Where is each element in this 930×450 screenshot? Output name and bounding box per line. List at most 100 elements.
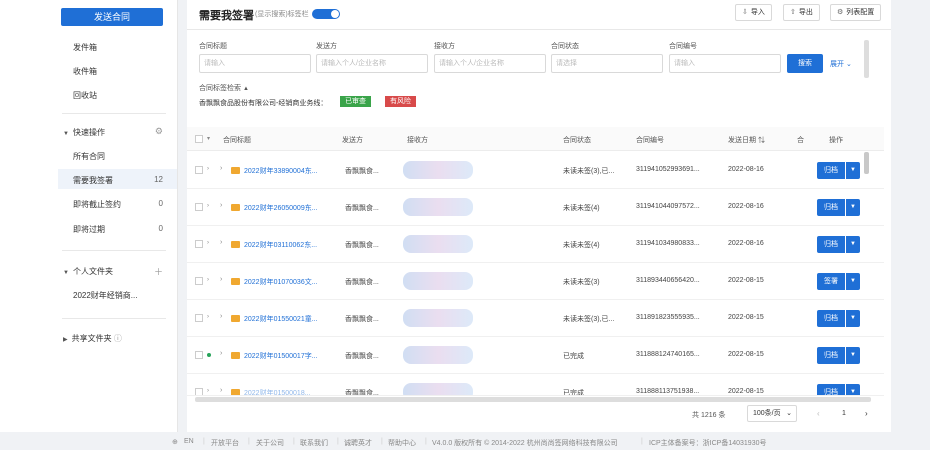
- expand-row-icon[interactable]: ›: [220, 165, 222, 172]
- sidebar-item-all-contracts[interactable]: 所有合同: [73, 151, 105, 162]
- sender-input[interactable]: 请输入个人/企业名称: [316, 54, 428, 73]
- prev-page-button[interactable]: ‹: [817, 409, 820, 418]
- col-date[interactable]: 发送日期 ⇅: [728, 135, 765, 145]
- row-action-button[interactable]: 归档: [817, 347, 845, 364]
- search-bar-toggle[interactable]: [312, 9, 340, 19]
- sidebar-item-recycle-bin[interactable]: 回收站: [73, 90, 97, 101]
- shared-folder-header[interactable]: ▶ 共享文件夹 ⓘ: [63, 333, 122, 344]
- table-row[interactable]: › › 2022财年26050009东... 香飘飘食... 未读未签(4) 311941…: [187, 189, 884, 226]
- table-row[interactable]: › › 2022财年03110062东... 香飘飘食... 未读未签(4) 311941…: [187, 226, 884, 263]
- add-icon[interactable]: ＋: [154, 265, 163, 278]
- footer-link[interactable]: 诚聘英才: [344, 438, 372, 448]
- search-button[interactable]: 搜索: [787, 54, 823, 73]
- row-checkbox[interactable]: [195, 240, 203, 248]
- col-status[interactable]: 合同状态: [563, 135, 591, 145]
- icp-record[interactable]: ICP主体备案号：浙ICP备14031930号: [649, 438, 766, 448]
- chevron-right-icon[interactable]: ›: [207, 240, 209, 246]
- caret-down-icon[interactable]: ▼: [846, 347, 860, 364]
- chevron-right-icon[interactable]: ›: [207, 314, 209, 320]
- caret-down-icon[interactable]: ▼: [846, 384, 860, 395]
- row-action-button[interactable]: 归档: [817, 310, 845, 327]
- number-input[interactable]: 请输入: [669, 54, 781, 73]
- footer-link[interactable]: 开放平台: [211, 438, 239, 448]
- table-row[interactable]: › 2022财年01500017字... 香飘飘食... 已完成 31188812474…: [187, 337, 884, 374]
- row-action-button[interactable]: 归档: [817, 162, 845, 179]
- chevron-down-icon: ⌄: [786, 410, 792, 417]
- chevron-down-icon[interactable]: ▾: [207, 135, 210, 142]
- col-sender[interactable]: 发送方: [342, 135, 363, 145]
- expand-row-icon[interactable]: ›: [220, 350, 222, 357]
- import-button[interactable]: ⇩ 导入: [735, 4, 772, 21]
- quick-ops-header[interactable]: ▼ 快速操作: [63, 127, 105, 138]
- sidebar-item-folder[interactable]: 2022财年经销商...: [73, 290, 137, 301]
- row-checkbox[interactable]: [195, 203, 203, 211]
- row-checkbox[interactable]: [195, 388, 203, 395]
- filter-scrollbar[interactable]: [864, 40, 869, 78]
- contract-title-link[interactable]: 2022财年01500017字...: [244, 351, 318, 361]
- table-row[interactable]: › › 2022财年01070036文... 香飘飘食... 未读未签(3) 311893…: [187, 263, 884, 300]
- chevron-right-icon[interactable]: ›: [207, 388, 209, 394]
- footer-link[interactable]: 帮助中心: [388, 438, 416, 448]
- chevron-right-icon[interactable]: ›: [207, 203, 209, 209]
- contract-title-link[interactable]: 2022财年33890004东...: [244, 166, 318, 176]
- chevron-right-icon[interactable]: ›: [207, 166, 209, 172]
- personal-folder-header[interactable]: ▼ 个人文件夹: [63, 266, 113, 277]
- sender-cell: 香飘飘食...: [345, 353, 379, 360]
- contract-title-link[interactable]: 2022财年03110062东...: [244, 240, 317, 250]
- footer-link[interactable]: 联系我们: [300, 438, 328, 448]
- contract-title-link[interactable]: 2022财年01070036文...: [244, 277, 318, 287]
- export-button[interactable]: ⇧ 导出: [783, 4, 820, 21]
- help-icon[interactable]: ⓘ: [114, 334, 122, 343]
- receiver-redacted: [403, 272, 473, 290]
- sidebar-item-outbox[interactable]: 发件箱: [73, 42, 97, 53]
- tag-reviewed[interactable]: 已审查: [340, 96, 371, 107]
- contract-title-link[interactable]: 2022财年26050009东...: [244, 203, 318, 213]
- row-checkbox[interactable]: [195, 314, 203, 322]
- caret-down-icon[interactable]: ▼: [846, 199, 860, 216]
- row-action-button[interactable]: 归档: [817, 236, 845, 253]
- caret-down-icon[interactable]: ▼: [846, 162, 860, 179]
- lang-switch[interactable]: EN: [184, 438, 194, 445]
- column-config-button[interactable]: ⚙ 列表配置: [830, 4, 882, 21]
- status-select[interactable]: 请选择: [551, 54, 663, 73]
- expand-row-icon[interactable]: ›: [220, 202, 222, 209]
- send-contract-button[interactable]: 发送合同: [61, 8, 163, 26]
- select-all-checkbox[interactable]: [195, 135, 203, 143]
- caret-down-icon[interactable]: ▼: [846, 273, 860, 290]
- next-page-button[interactable]: ›: [865, 409, 868, 418]
- settings-icon[interactable]: ⚙: [155, 126, 163, 137]
- footer-link[interactable]: 关于公司: [256, 438, 284, 448]
- tag-risk[interactable]: 有风险: [385, 96, 416, 107]
- expand-row-icon[interactable]: ›: [220, 387, 222, 394]
- col-receiver[interactable]: 接收方: [407, 135, 428, 145]
- col-title[interactable]: 合同标题: [223, 135, 251, 145]
- row-checkbox[interactable]: [195, 351, 203, 359]
- table-row[interactable]: › › 2022财年33890004东... 香飘飘食... 未读未签(3),已... 3…: [187, 152, 884, 189]
- page-size-select[interactable]: 100条/页 ⌄: [747, 405, 797, 422]
- contract-title-link[interactable]: 2022财年01550021童...: [244, 314, 318, 324]
- title-input[interactable]: 请输入: [199, 54, 311, 73]
- sidebar-item-inbox[interactable]: 收件箱: [73, 66, 97, 77]
- chevron-right-icon[interactable]: ›: [207, 277, 209, 283]
- horizontal-scrollbar[interactable]: [195, 397, 871, 402]
- expand-row-icon[interactable]: ›: [220, 276, 222, 283]
- expand-filters-link[interactable]: 展开 ⌄: [830, 59, 852, 69]
- row-checkbox[interactable]: [195, 277, 203, 285]
- receiver-input[interactable]: 请输入个人/企业名称: [434, 54, 546, 73]
- sidebar-item-need-my-sign[interactable]: 需要我签署: [73, 175, 113, 186]
- expand-row-icon[interactable]: ›: [220, 313, 222, 320]
- row-action-button[interactable]: 归档: [817, 199, 845, 216]
- table-row[interactable]: › › 2022财年01500018... 香飘飘食... 已完成 31188811375…: [187, 374, 884, 396]
- col-number[interactable]: 合同编号: [636, 135, 664, 145]
- expand-row-icon[interactable]: ›: [220, 239, 222, 246]
- sidebar-item-expiring[interactable]: 即将过期: [73, 224, 105, 235]
- row-action-button[interactable]: 签署: [817, 273, 845, 290]
- caret-down-icon[interactable]: ▼: [846, 236, 860, 253]
- sidebar-item-expiring-sign[interactable]: 即将截止签约: [73, 199, 121, 210]
- current-page[interactable]: 1: [842, 410, 846, 417]
- row-checkbox[interactable]: [195, 166, 203, 174]
- contract-title-link[interactable]: 2022财年01500018...: [244, 388, 311, 395]
- caret-down-icon[interactable]: ▼: [846, 310, 860, 327]
- table-row[interactable]: › › 2022财年01550021童... 香飘飘食... 未读未签(3),已... 3…: [187, 300, 884, 337]
- row-action-button[interactable]: 归档: [817, 384, 845, 395]
